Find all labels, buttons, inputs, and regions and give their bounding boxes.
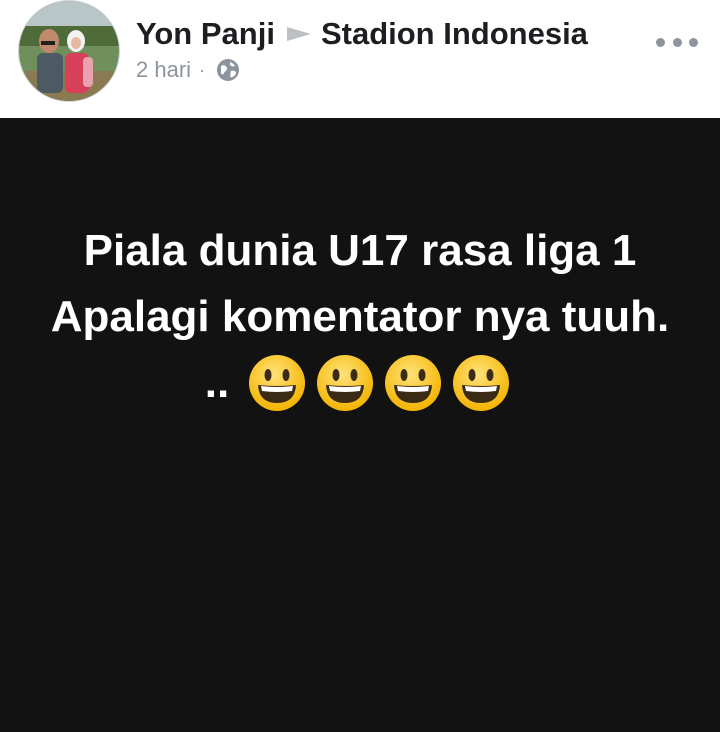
more-dot-icon [689,37,698,47]
meta-separator: · [199,59,206,80]
post-background [0,118,720,732]
arrow-right-icon [285,16,313,52]
post-text-line-2: Apalagi komentator nya tuuh. [50,292,670,341]
post-title: Yon Panji Stadion Indonesia [136,14,588,54]
post-text-dots: .. [204,358,230,407]
post-text-line-1: Piala dunia U17 rasa liga 1 [83,226,637,275]
grinning-face-emoji [451,353,511,413]
group-name[interactable]: Stadion Indonesia [321,16,588,52]
post-text-line-3: .. [0,350,720,416]
more-dot-icon [672,37,682,47]
avatar[interactable] [18,0,120,102]
post-header: Yon Panji Stadion Indonesia 2 hari · [0,0,720,118]
globe-icon [215,57,241,83]
post-meta: 2 hari · [136,54,241,86]
grinning-face-emoji [383,353,443,413]
more-dot-icon [656,37,665,47]
grinning-face-emoji [315,353,375,413]
post-time[interactable]: 2 hari [136,57,191,83]
post-text: Piala dunia U17 rasa liga 1 Apalagi kome… [0,218,720,416]
avatar-photo [19,1,119,101]
more-options-button[interactable] [656,30,698,54]
grinning-face-emoji [247,353,307,413]
author-name[interactable]: Yon Panji [136,16,275,52]
